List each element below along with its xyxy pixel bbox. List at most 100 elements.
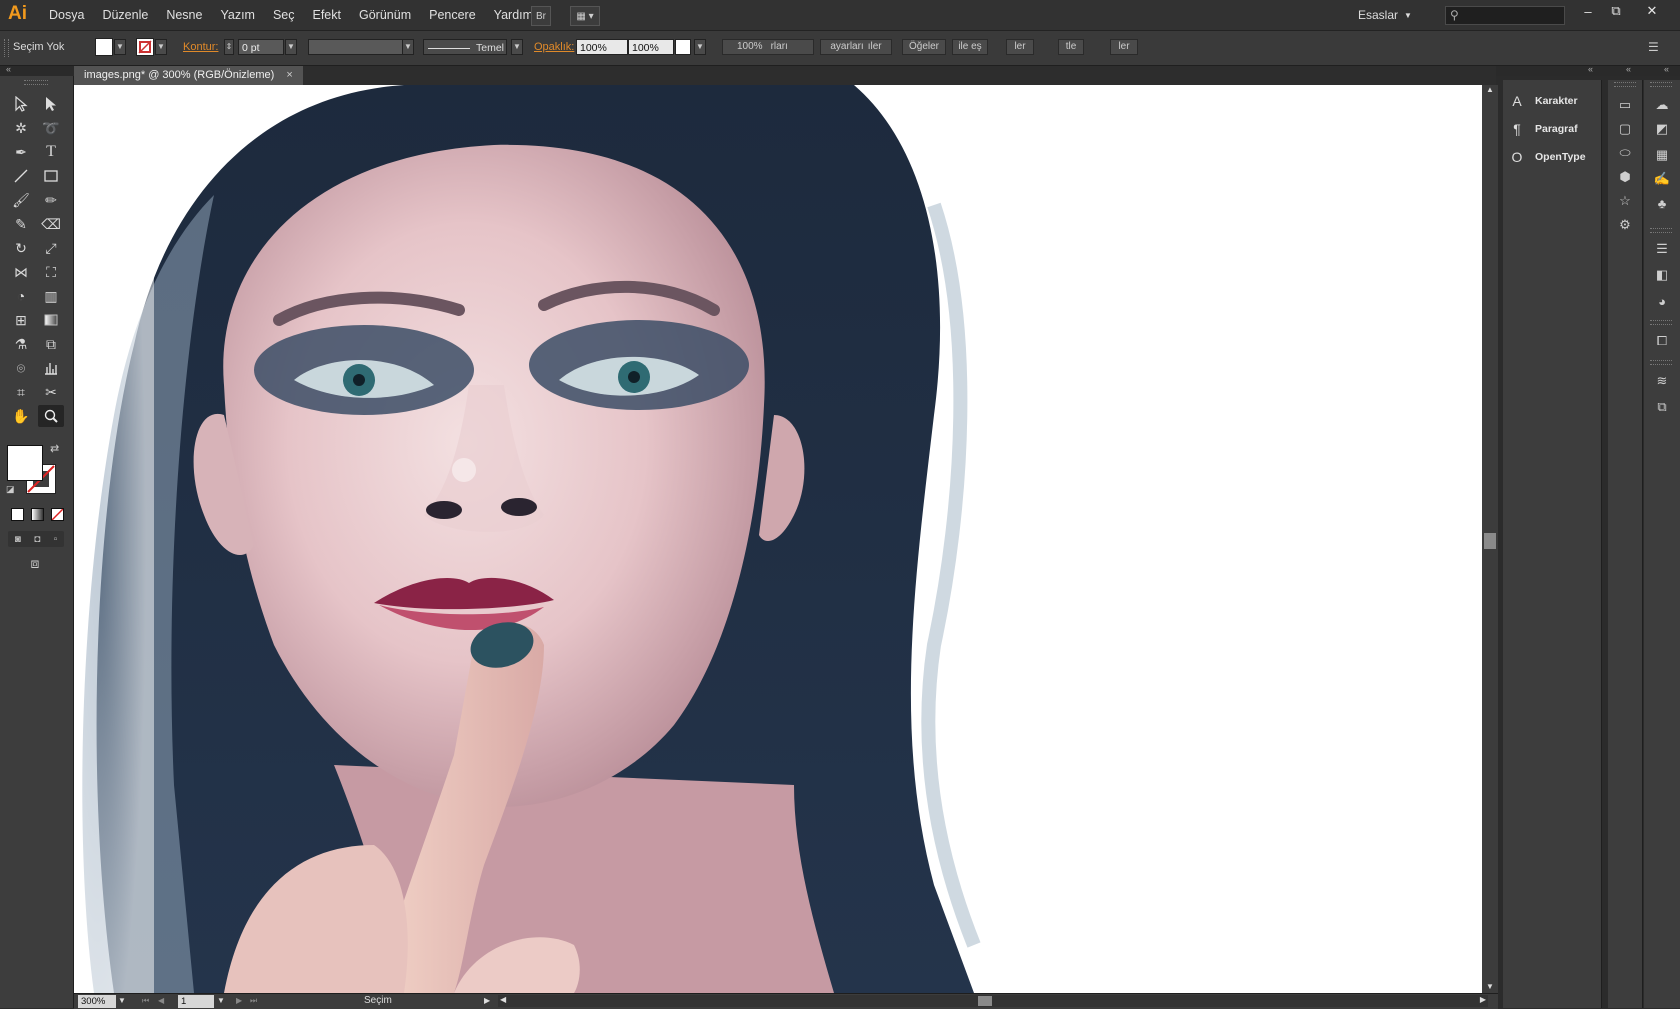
symbols-panel-icon[interactable]: ☆	[1608, 190, 1642, 212]
opacity-field[interactable]: 100%	[576, 39, 628, 55]
rectangle-tool-icon[interactable]	[38, 165, 64, 187]
eyedropper-tool-icon[interactable]: ⚗	[8, 333, 34, 355]
brush-dropdown[interactable]: ▼	[511, 39, 523, 55]
scroll-up-icon[interactable]: ▲	[1486, 85, 1494, 94]
blend-tool-icon[interactable]: ⧉	[38, 333, 64, 355]
default-colors-icon[interactable]: ◪	[6, 484, 15, 495]
stroke-stepper[interactable]: ⇕	[224, 39, 234, 55]
workspace-switcher[interactable]: Esaslar ▼	[1358, 0, 1412, 30]
menu-effect[interactable]: Efekt	[304, 0, 351, 30]
menu-edit[interactable]: Düzenle	[93, 0, 157, 30]
first-artboard-icon[interactable]: ⏮	[142, 996, 149, 1006]
dock-grip-4[interactable]	[1650, 320, 1672, 325]
stroke-panel-icon[interactable]: ☰	[1644, 238, 1680, 260]
type-tool-icon[interactable]: T	[38, 141, 64, 163]
column-graph-tool-icon[interactable]	[38, 357, 64, 379]
arrange-button[interactable]: tle	[1058, 39, 1084, 55]
gradient-tool-icon[interactable]	[38, 309, 64, 331]
blob-brush-tool-icon[interactable]: ✎	[8, 213, 34, 235]
transparency-panel-icon[interactable]: ◕	[1644, 290, 1680, 312]
last-artboard-icon[interactable]: ⏭	[250, 996, 257, 1006]
zoom-level-field[interactable]: 300%	[78, 995, 116, 1008]
dock-grip[interactable]	[1614, 82, 1636, 87]
help-search-input[interactable]: ⚲	[1445, 6, 1565, 25]
swap-colors-icon[interactable]: ⇄	[50, 442, 59, 455]
fill-swatch[interactable]	[95, 38, 113, 56]
symbol-sprayer-tool-icon[interactable]: ⌾	[8, 357, 34, 379]
menu-file[interactable]: Dosya	[40, 0, 93, 30]
next-artboard-icon[interactable]: ▶	[236, 996, 242, 1005]
magic-wand-tool-icon[interactable]: ✲	[8, 117, 34, 139]
fill-dropdown[interactable]: ▼	[114, 39, 126, 55]
stroke-label[interactable]: Kontur:	[183, 41, 218, 53]
scroll-left-icon[interactable]: ◀	[500, 995, 506, 1004]
scroll-down-icon[interactable]: ▼	[1486, 982, 1494, 991]
menu-window[interactable]: Pencere	[420, 0, 485, 30]
artboards-panel-icon[interactable]: ⧉	[1644, 396, 1680, 418]
select-similar-button[interactable]: Öğeler	[902, 39, 946, 55]
swatches-grid-icon[interactable]: ▦	[1644, 144, 1680, 166]
draw-normal-icon[interactable]: ◙	[15, 534, 21, 545]
line-segment-tool-icon[interactable]	[8, 165, 34, 187]
swatches-panel-icon[interactable]: ⬭	[1608, 142, 1642, 164]
eraser-tool-icon[interactable]: ⌫	[38, 213, 64, 235]
scroll-right-icon[interactable]: ▶	[1480, 995, 1486, 1004]
restore-button[interactable]: ⧉	[1602, 2, 1630, 20]
brushes-panel-icon[interactable]: ⬢	[1608, 166, 1642, 188]
preferences-button[interactable]: ayarları ıler	[820, 39, 892, 55]
free-transform-tool-icon[interactable]: ⛶	[38, 261, 64, 283]
perspective-grid-tool-icon[interactable]: ▥	[38, 285, 64, 307]
horizontal-scrollbar[interactable]: ◀ ▶	[498, 995, 1488, 1007]
artboard-dropdown-icon[interactable]: ▼	[217, 996, 225, 1005]
dock-grip-5[interactable]	[1650, 360, 1672, 365]
document-setup-button[interactable]: 100% rları	[722, 39, 814, 55]
expand-panels-icon-3[interactable]: «	[1664, 64, 1669, 74]
hand-tool-icon[interactable]: ✋	[8, 405, 34, 427]
recolor-button[interactable]: ler	[1110, 39, 1138, 55]
artboard-canvas[interactable]	[74, 85, 1482, 993]
panel-menu-icon[interactable]: ☰	[1648, 40, 1659, 54]
fill-color-front[interactable]	[7, 445, 43, 481]
appearance-panel-icon[interactable]: ☁	[1644, 94, 1680, 116]
color-panel-icon[interactable]: ▭	[1608, 94, 1642, 116]
slice-tool-icon[interactable]: ✂	[38, 381, 64, 403]
draw-inside-icon[interactable]: ▫	[54, 534, 58, 545]
transform-panel-icon[interactable]: ⧠	[1644, 330, 1680, 352]
style-swatch[interactable]	[675, 39, 691, 55]
control-bar-grip[interactable]	[4, 39, 9, 57]
dock-grip-2[interactable]	[1650, 82, 1672, 87]
menu-select[interactable]: Seç	[264, 0, 304, 30]
transform-button[interactable]: ler	[1006, 39, 1034, 55]
document-tab[interactable]: images.png* @ 300% (RGB/Önizleme) ×	[74, 66, 303, 85]
mesh-tool-icon[interactable]: ⊞	[8, 309, 34, 331]
previous-artboard-icon[interactable]: ◀	[158, 996, 164, 1005]
width-tool-icon[interactable]: ⋈	[8, 261, 34, 283]
rotate-tool-icon[interactable]: ↻	[8, 237, 34, 259]
lasso-tool-icon[interactable]: ➰	[38, 117, 64, 139]
pencil-tool-icon[interactable]: ✏	[38, 189, 64, 211]
status-menu-icon[interactable]: ▶	[484, 996, 490, 1005]
graphic-styles-panel-icon[interactable]: ⚙	[1608, 214, 1642, 236]
artboard-tool-icon[interactable]: ⌗	[8, 381, 34, 403]
arrange-documents-button[interactable]: ▦ ▾	[570, 6, 600, 26]
menu-view[interactable]: Görünüm	[350, 0, 420, 30]
style-dropdown[interactable]: ▼	[694, 39, 706, 55]
gradient-mode-button[interactable]	[31, 508, 44, 521]
opacity-label[interactable]: Opaklık:	[534, 41, 574, 53]
panel-character[interactable]: A Karakter	[1509, 90, 1577, 112]
panel-opentype[interactable]: O OpenType	[1509, 146, 1586, 168]
brush-definition-field[interactable]: Temel	[423, 39, 507, 55]
stroke-weight-dropdown[interactable]: ▼	[285, 39, 297, 55]
color-mode-button[interactable]	[11, 508, 24, 521]
draw-behind-icon[interactable]: ◘	[34, 534, 40, 545]
artboard-number-field[interactable]: 1	[178, 995, 214, 1008]
stroke-weight-field[interactable]: 0 pt	[238, 39, 284, 55]
direct-selection-tool-icon[interactable]	[38, 93, 64, 115]
symbols-club-icon[interactable]: ♣	[1644, 192, 1680, 214]
expand-panels-icon-2[interactable]: «	[1626, 64, 1631, 74]
screen-mode-icon[interactable]: ⧈	[24, 555, 46, 571]
color-guide-panel-icon[interactable]: ▢	[1608, 118, 1642, 140]
close-button[interactable]: ✕	[1638, 2, 1666, 20]
menu-type[interactable]: Yazım	[211, 0, 264, 30]
zoom-dropdown-icon[interactable]: ▼	[118, 996, 126, 1005]
